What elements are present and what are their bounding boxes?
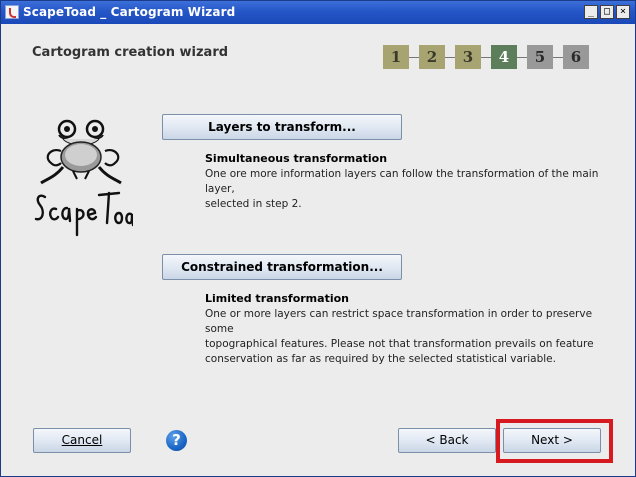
minimize-button[interactable]: _: [584, 5, 598, 19]
step-connector: [553, 57, 563, 58]
help-question-icon[interactable]: ?: [166, 430, 187, 451]
window-title: ScapeToad _ Cartogram Wizard: [23, 5, 236, 19]
wizard-window: ScapeToad _ Cartogram Wizard _ □ × Carto…: [0, 0, 636, 477]
back-button[interactable]: < Back: [398, 428, 496, 453]
step-connector: [409, 57, 419, 58]
maximize-button[interactable]: □: [600, 5, 614, 19]
description-line: One ore more information layers can foll…: [205, 168, 599, 195]
description-line: selected in step 2.: [205, 198, 302, 210]
step-3: 3: [455, 45, 481, 69]
step-2: 2: [419, 45, 445, 69]
scapetoad-logo: [34, 119, 133, 237]
cancel-label: Cancel: [61, 433, 103, 447]
layers-to-transform-button[interactable]: Layers to transform...: [162, 114, 402, 140]
step-connector: [445, 57, 455, 58]
description-line: One or more layers can restrict space tr…: [205, 308, 593, 335]
constrained-transformation-button[interactable]: Constrained transformation...: [162, 254, 402, 280]
description-line: topographical features. Please not that …: [205, 338, 594, 350]
simultaneous-transformation-heading: Simultaneous transformation: [205, 152, 388, 165]
step-6: 6: [563, 45, 589, 69]
close-button[interactable]: ×: [616, 5, 630, 19]
step-5: 5: [527, 45, 553, 69]
cancel-button[interactable]: Cancel: [33, 428, 131, 453]
title-bar[interactable]: ScapeToad _ Cartogram Wizard _ □ ×: [1, 1, 635, 24]
step-1: 1: [383, 45, 409, 69]
limited-transformation-heading: Limited transformation: [205, 292, 349, 305]
next-button-highlight: [496, 419, 613, 463]
limited-transformation-description: One or more layers can restrict space tr…: [205, 307, 605, 367]
java-app-icon: [5, 5, 19, 19]
description-line: conservation as far as required by the s…: [205, 353, 556, 365]
step-connector: [481, 57, 491, 58]
wizard-title: Cartogram creation wizard: [32, 45, 229, 60]
step-4-current: 4: [491, 45, 517, 69]
step-connector: [517, 57, 527, 58]
simultaneous-transformation-description: One ore more information layers can foll…: [205, 167, 605, 212]
